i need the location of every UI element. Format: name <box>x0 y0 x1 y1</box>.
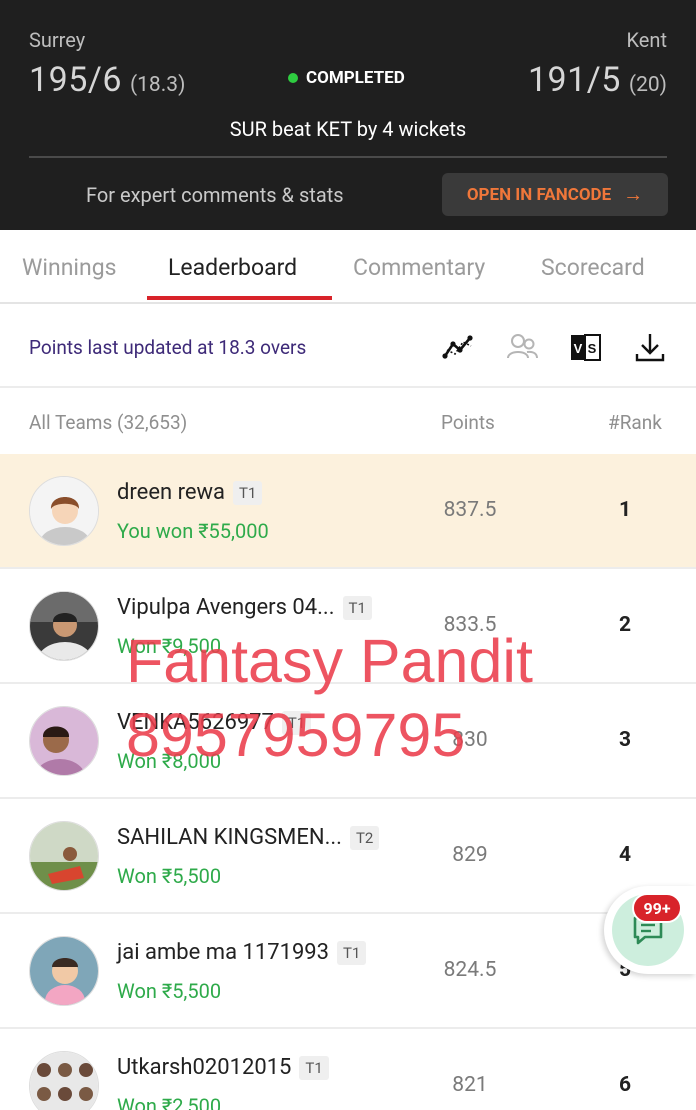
team-points: 821 <box>452 1073 488 1097</box>
compare-users-icon[interactable] <box>505 330 539 364</box>
team-right: Kent 191/5 (20) <box>528 28 667 100</box>
team-tag: T1 <box>281 710 312 735</box>
tab-bar: Winnings Leaderboard Commentary Scorecar… <box>0 230 696 304</box>
match-status-label: COMPLETED <box>306 68 405 88</box>
avatar <box>29 936 99 1006</box>
team-right-overs: (20) <box>628 73 667 97</box>
arrow-right-icon: → <box>623 182 644 206</box>
leaderboard-row[interactable]: VENKA5626977 T1 Won ₹8,000 830 3 <box>0 684 696 799</box>
team-name: VENKA5626977 <box>117 710 274 735</box>
leaderboard-row[interactable]: Vipulpa Avengers 04... T1 Won ₹9,500 833… <box>0 569 696 684</box>
tab-leaderboard[interactable]: Leaderboard <box>168 254 297 281</box>
team-rank: 1 <box>618 498 632 522</box>
winning-amount: Won ₹5,500 <box>117 864 222 888</box>
winning-amount: Won ₹2,500 <box>117 1094 222 1110</box>
team-rank: 4 <box>618 843 632 867</box>
chat-unread-badge: 99+ <box>632 893 682 923</box>
leaderboard-row[interactable]: jai ambe ma 1171993 T1 Won ₹5,500 824.5 … <box>0 914 696 1029</box>
team-tag: T1 <box>233 480 263 505</box>
svg-text:S: S <box>588 341 597 356</box>
team-tag: T1 <box>337 940 367 965</box>
avatar <box>29 476 99 546</box>
winning-amount: Won ₹9,500 <box>117 634 222 658</box>
match-header: Surrey 195/6 (18.3) COMPLETED Kent 191/5… <box>0 0 696 230</box>
team-rank: 6 <box>618 1073 632 1097</box>
team-tag: T1 <box>299 1055 329 1080</box>
team-name: jai ambe ma 1171993 <box>117 940 330 965</box>
leaderboard-row[interactable]: SAHILAN KINGSMEN... T2 Won ₹5,500 829 4 <box>0 799 696 914</box>
points-updated-text: Points last updated at 18.3 overs <box>29 336 307 359</box>
team-name: Vipulpa Avengers 04... <box>117 595 335 620</box>
leaderboard-row[interactable]: dreen rewa T1 You won ₹55,000 837.5 1 <box>0 454 696 569</box>
winning-amount: You won ₹55,000 <box>117 519 269 543</box>
active-tab-indicator <box>147 296 332 300</box>
team-rank: 3 <box>618 728 632 752</box>
team-points: 833.5 <box>443 613 497 637</box>
team-left: Surrey 195/6 (18.3) <box>29 28 185 100</box>
avatar <box>29 591 99 661</box>
leaderboard-screen: Surrey 195/6 (18.3) COMPLETED Kent 191/5… <box>0 0 696 1110</box>
chart-trend-icon[interactable] <box>441 330 475 364</box>
team-right-name: Kent <box>626 28 668 52</box>
avatar <box>29 821 99 891</box>
leaderboard-row[interactable]: Utkarsh02012015 T1 Won ₹2,500 821 6 <box>0 1029 696 1110</box>
tab-winnings[interactable]: Winnings <box>22 254 116 281</box>
team-points: 824.5 <box>443 958 497 982</box>
winning-amount: Won ₹8,000 <box>117 749 222 773</box>
avatar <box>29 706 99 776</box>
team-tag: T1 <box>342 595 372 620</box>
team-tag: T2 <box>349 825 380 850</box>
leaderboard-column-header: All Teams (32,653) Points #Rank <box>0 388 696 454</box>
all-teams-label: All Teams (32,653) <box>29 411 188 434</box>
team-left-overs: (18.3) <box>129 73 186 97</box>
winning-amount: Won ₹5,500 <box>117 979 222 1003</box>
match-status: COMPLETED <box>288 68 405 88</box>
svg-text:V: V <box>574 341 583 356</box>
status-dot-icon <box>288 73 298 83</box>
versus-icon[interactable]: V S <box>569 330 603 364</box>
match-result: SUR beat KET by 4 wickets <box>229 117 467 141</box>
team-name: SAHILAN KINGSMEN... <box>117 825 342 850</box>
team-left-score: 195/6 <box>29 60 122 100</box>
points-bar: Points last updated at 18.3 overs V S <box>0 304 696 388</box>
open-in-fancode-button[interactable]: OPEN IN FANCODE → <box>442 173 668 216</box>
tab-commentary[interactable]: Commentary <box>353 254 485 281</box>
header-divider <box>29 156 667 158</box>
tab-scorecard[interactable]: Scorecard <box>541 254 645 281</box>
rank-column-label: #Rank <box>608 411 662 434</box>
team-right-score: 191/5 <box>527 60 621 100</box>
fancode-button-label: OPEN IN FANCODE <box>466 184 612 205</box>
team-points: 837.5 <box>443 498 497 522</box>
download-icon[interactable] <box>633 330 667 364</box>
team-name: dreen rewa <box>117 480 226 505</box>
team-left-name: Surrey <box>29 28 86 52</box>
expert-text: For expert comments & stats <box>86 183 344 207</box>
team-points: 829 <box>452 843 488 867</box>
team-rank: 2 <box>618 613 632 637</box>
points-column-label: Points <box>441 411 495 434</box>
avatar <box>29 1051 99 1110</box>
team-name: Utkarsh02012015 <box>117 1055 292 1080</box>
team-points: 830 <box>452 728 488 752</box>
